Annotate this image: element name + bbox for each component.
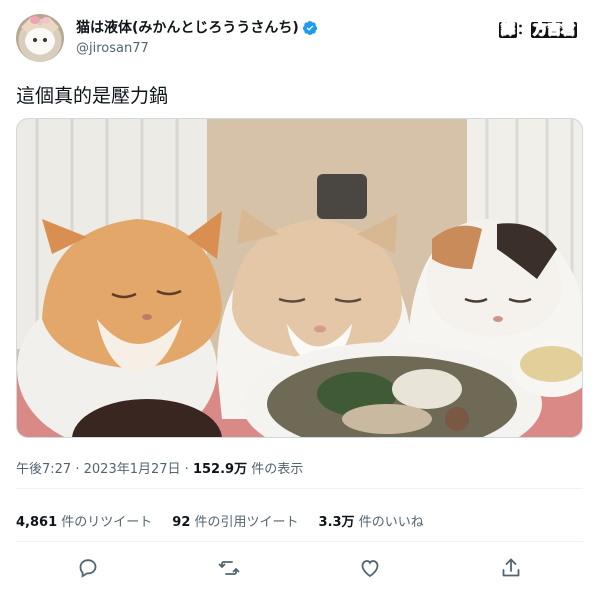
tweet-text: 這個真的是壓力鍋 — [16, 85, 169, 107]
tweet-time[interactable]: 午後7:27 — [16, 462, 71, 477]
engagement-stats: 4,861 件のリツイート 92 件の引用ツイート 3.3万 件のいいね — [16, 511, 424, 530]
author-names: 猫は液体(みかんとじろううさんち) @jirosan77 — [76, 17, 318, 58]
action-bar — [16, 556, 583, 582]
avatar-eye — [33, 38, 37, 42]
avatar-face — [25, 28, 55, 54]
views-count: 152.9万 — [192, 462, 248, 477]
avatar-flower — [30, 16, 40, 24]
tweet-media-photo[interactable] — [16, 118, 583, 438]
likes-stat[interactable]: 3.3万 件のいいね — [319, 511, 424, 530]
cats-photo-illustration — [17, 119, 582, 437]
quotes-count: 92 — [172, 515, 191, 530]
retweet-icon[interactable] — [217, 556, 241, 580]
meta-separator: · — [184, 462, 189, 477]
verified-badge-icon — [302, 21, 317, 35]
share-icon[interactable] — [499, 556, 523, 580]
translator-badge: 譯：方吉君 — [495, 18, 581, 40]
translator-name: 方吉君 — [531, 22, 577, 38]
author-handle[interactable]: @jirosan77 — [76, 40, 318, 58]
avatar-flower — [42, 17, 50, 24]
likes-label: 件のいいね — [358, 515, 424, 530]
translator-char: 譯 — [499, 22, 517, 38]
quotes-stat[interactable]: 92 件の引用ツイート — [172, 511, 298, 530]
views-label: 件の表示 — [251, 462, 304, 477]
retweets-stat[interactable]: 4,861 件のリツイート — [16, 511, 152, 530]
divider — [16, 541, 583, 542]
retweets-count: 4,861 — [16, 515, 58, 530]
quotes-label: 件の引用ツイート — [194, 515, 299, 530]
meta-separator: · — [75, 462, 80, 477]
tweet-date[interactable]: 2023年1月27日 — [84, 462, 181, 477]
background-object — [317, 174, 367, 219]
author-display-name-row[interactable]: 猫は液体(みかんとじろううさんち) — [76, 19, 318, 37]
translator-sep: ： — [517, 22, 531, 38]
author-display-name[interactable]: 猫は液体(みかんとじろううさんち) — [76, 19, 299, 37]
avatar-eye — [43, 38, 47, 42]
avatar[interactable] — [16, 14, 64, 62]
tweet-meta: 午後7:27 · 2023年1月27日 · 152.9万 件の表示 — [16, 458, 303, 477]
divider — [16, 488, 583, 489]
like-icon[interactable] — [358, 556, 382, 580]
likes-count: 3.3万 — [318, 515, 355, 530]
reply-icon[interactable] — [76, 556, 100, 580]
tweet-header: 猫は液体(みかんとじろううさんち) @jirosan77 譯：方吉君 — [16, 14, 583, 66]
retweets-label: 件のリツイート — [61, 515, 153, 530]
